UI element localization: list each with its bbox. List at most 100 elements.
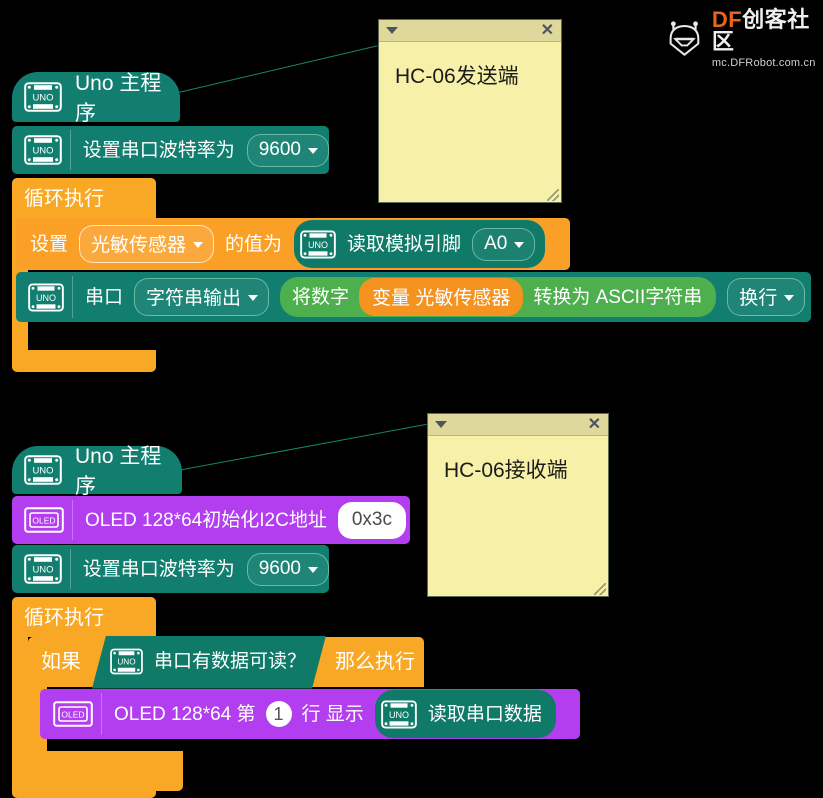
close-icon[interactable]: ✕	[588, 416, 601, 433]
if-label: 如果	[41, 651, 81, 673]
block-set-baudrate[interactable]: UNO 设置串口波特率为 9600	[12, 545, 329, 593]
hat-block-label: Uno 主程序	[75, 72, 162, 125]
baudrate-dropdown[interactable]: 9600	[246, 133, 329, 167]
convert-prefix-label: 将数字	[292, 286, 350, 308]
analog-pin-value: A0	[484, 232, 508, 254]
block-oled-init[interactable]: OLED OLED 128*64初始化I2C地址 0x3c	[12, 496, 410, 544]
loop-label: 循环执行	[24, 188, 104, 210]
svg-text:UNO: UNO	[32, 93, 53, 104]
oled-display-icon: OLED	[24, 507, 64, 533]
if-header-contents: 如果 UNO 串口有数据可读？ 那么执行	[28, 637, 424, 687]
close-icon[interactable]: ✕	[541, 22, 554, 39]
hat-block-label: Uno 主程序	[75, 445, 162, 498]
reporter-read-analog-pin[interactable]: UNO 读取模拟引脚 A0	[294, 220, 546, 268]
chevron-down-icon	[308, 147, 318, 154]
svg-text:OLED: OLED	[32, 516, 55, 526]
set-prefix-label: 设置	[30, 233, 69, 255]
line-number-field[interactable]: 1	[265, 701, 292, 727]
watermark-brand: DF创客社区	[712, 9, 823, 53]
sticky-note-body[interactable]: HC-06接收端	[428, 436, 608, 484]
variable-name: 光敏传感器	[91, 235, 187, 256]
sticky-note-text: HC-06接收端	[444, 459, 568, 482]
serial-mode-dropdown[interactable]: 字符串输出	[134, 278, 270, 316]
loop-header[interactable]: 循环执行	[12, 597, 156, 637]
uno-board-icon: UNO	[24, 135, 62, 165]
svg-text:UNO: UNO	[32, 146, 53, 157]
variable-reporter[interactable]: 变量 光敏传感器	[359, 278, 524, 316]
if-footer	[28, 751, 183, 791]
hat-block-uno-main[interactable]: UNO Uno 主程序	[12, 445, 182, 498]
block-divider	[101, 693, 102, 735]
block-oled-show-line[interactable]: OLED OLED 128*64 第 1 行 显示 UNO 读取串口数据	[40, 689, 580, 739]
svg-text:UNO: UNO	[32, 565, 53, 576]
chevron-down-icon	[308, 566, 318, 573]
loop-footer	[12, 350, 156, 372]
baudrate-dropdown[interactable]: 9600	[246, 552, 329, 586]
chevron-down-icon[interactable]	[435, 421, 447, 428]
svg-text:OLED: OLED	[61, 710, 84, 720]
sticky-note[interactable]: ✕ HC-06发送端	[378, 19, 562, 203]
uno-board-icon: UNO	[24, 82, 62, 112]
line-ending-dropdown[interactable]: 换行	[727, 278, 806, 316]
serial-mode-value: 字符串输出	[146, 288, 242, 309]
block-divider	[70, 549, 71, 589]
loop-header[interactable]: 循环执行	[12, 178, 156, 218]
hat-block-uno-main[interactable]: UNO Uno 主程序	[12, 72, 180, 125]
convert-suffix-label: 转换为 ASCII字符串	[533, 286, 703, 308]
set-middle-label: 的值为	[225, 233, 283, 255]
i2c-address-field[interactable]: 0x3c	[337, 501, 406, 539]
chevron-down-icon[interactable]	[386, 27, 398, 34]
dfrobot-robot-head-icon	[669, 21, 700, 56]
block-divider	[72, 500, 73, 540]
uno-board-icon: UNO	[24, 554, 62, 584]
line-ending-value: 换行	[739, 288, 778, 309]
chevron-down-icon	[193, 241, 204, 248]
svg-text:UNO: UNO	[36, 292, 56, 302]
uno-board-icon: UNO	[300, 229, 336, 259]
reporter-number-to-ascii[interactable]: 将数字 变量 光敏传感器 转换为 ASCII字符串	[280, 277, 717, 317]
then-label: 那么执行	[335, 651, 416, 673]
uno-board-icon: UNO	[24, 455, 62, 485]
watermark-url: mc.DFRobot.com.cn	[711, 57, 816, 69]
svg-text:UNO: UNO	[308, 239, 328, 249]
block-set-variable[interactable]: 设置 光敏传感器 的值为 UNO 读取模拟引脚 A0	[16, 218, 570, 270]
block-divider	[70, 130, 71, 170]
uno-board-icon: UNO	[381, 699, 417, 729]
svg-text:UNO: UNO	[32, 466, 53, 477]
block-label: 设置串口波特率为	[82, 558, 235, 580]
baudrate-value: 9600	[258, 138, 301, 160]
loop-label: 循环执行	[24, 607, 104, 629]
oled-display-icon: OLED	[53, 701, 93, 727]
sticky-note-titlebar[interactable]: ✕	[379, 20, 561, 42]
uno-board-icon: UNO	[28, 282, 64, 312]
oled-init-label: OLED 128*64初始化I2C地址	[85, 509, 327, 531]
analog-pin-dropdown[interactable]: A0	[472, 227, 536, 261]
reporter-read-serial-data[interactable]: UNO 读取串口数据	[374, 690, 556, 738]
block-divider	[72, 276, 73, 318]
chevron-down-icon	[514, 241, 525, 248]
baudrate-value: 9600	[258, 557, 301, 579]
sticky-note[interactable]: ✕ HC-06接收端	[427, 413, 609, 597]
sticky-note-body[interactable]: HC-06发送端	[379, 42, 561, 90]
chevron-down-icon	[784, 294, 795, 301]
sticky-note-titlebar[interactable]: ✕	[428, 414, 608, 436]
block-editor-canvas[interactable]: DF创客社区 mc.DFRobot.com.cn ✕ HC-06发送端 ✕ HC…	[0, 0, 823, 798]
reporter-label: 读取串口数据	[427, 703, 542, 725]
oled-show-middle-label: 行 显示	[301, 703, 364, 725]
note-connector-line-2	[145, 423, 429, 477]
resize-grip-icon[interactable]	[547, 189, 559, 201]
uno-board-icon: UNO	[110, 648, 143, 675]
sticky-note-text: HC-06发送端	[395, 65, 519, 88]
loop-left-arm	[12, 637, 28, 777]
block-set-baudrate[interactable]: UNO 设置串口波特率为 9600	[12, 126, 329, 174]
dfrobot-watermark: DF创客社区 mc.DFRobot.com.cn	[666, 9, 823, 69]
resize-grip-icon[interactable]	[594, 583, 606, 595]
chevron-down-icon	[248, 294, 259, 301]
block-serial-print[interactable]: UNO 串口 字符串输出 将数字 变量 光敏传感器 转换为 ASCII字符串 换…	[16, 272, 811, 322]
reporter-label: 读取模拟引脚	[347, 233, 462, 255]
block-label: 设置串口波特率为	[82, 139, 235, 161]
svg-text:UNO: UNO	[117, 658, 136, 667]
svg-text:UNO: UNO	[389, 709, 409, 719]
variable-dropdown[interactable]: 光敏传感器	[79, 225, 215, 263]
condition-serial-available[interactable]: UNO 串口有数据可读？	[92, 636, 326, 689]
